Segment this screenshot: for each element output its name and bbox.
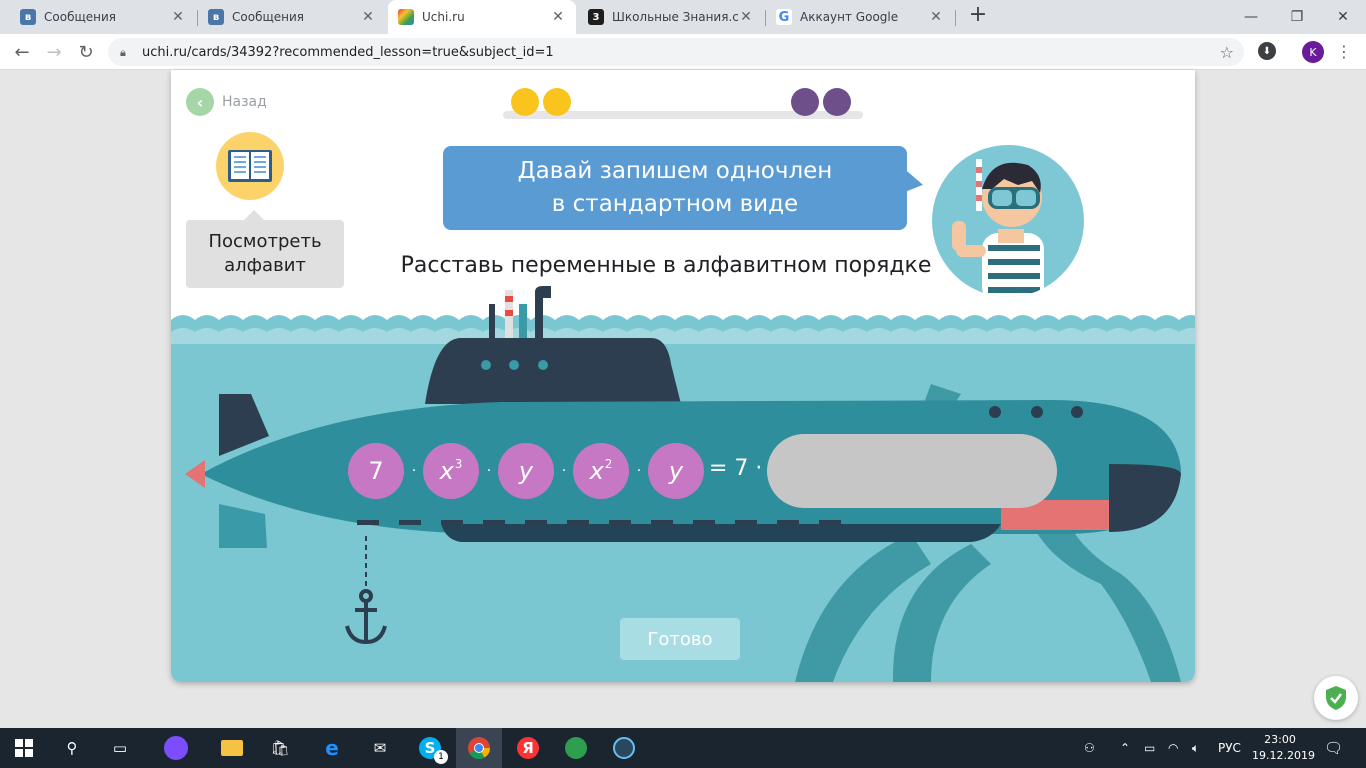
term-tile[interactable]: 7 [348, 443, 404, 499]
wifi-icon[interactable]: ◠ [1168, 728, 1178, 768]
volume-mute-icon[interactable]: 🔈︎ [1192, 728, 1199, 768]
windows-start-icon[interactable] [10, 734, 38, 762]
back-link[interactable]: ‹ Назад [186, 88, 267, 116]
edge-icon[interactable]: e [318, 734, 346, 762]
page-content: ‹ Назад Посмотреть алфавит Давай запишем [0, 70, 1366, 728]
menu-dots-icon[interactable]: ⋮ [1336, 40, 1352, 64]
multiply-dot: · [486, 463, 492, 479]
language-indicator[interactable]: РУС [1218, 728, 1241, 768]
close-icon[interactable]: ✕ [550, 9, 566, 25]
diver-character-icon [932, 145, 1084, 297]
url-text: uchi.ru/cards/34392?recommended_lesson=t… [142, 44, 554, 60]
progress-dot-done [543, 88, 571, 116]
tab-google-account[interactable]: G Аккаунт Google ✕ [766, 0, 954, 34]
lock-icon: 🔒︎ [120, 46, 126, 59]
bookmark-star-icon[interactable]: ☆ [1220, 43, 1234, 62]
term-tile[interactable]: y [498, 443, 554, 499]
term-tile[interactable]: x2 [573, 443, 629, 499]
equals-seven: = 7 · [709, 456, 763, 481]
new-tab-button[interactable]: + [966, 4, 990, 28]
back-label: Назад [222, 94, 267, 110]
term-base: x [439, 457, 454, 485]
mail-icon[interactable]: ✉ [366, 734, 394, 762]
instruction-text: Расставь переменные в алфавитном порядке [400, 253, 932, 278]
tab-znanija[interactable]: 3 Школьные Знания.com ✕ [578, 0, 764, 34]
uchi-icon [398, 9, 414, 25]
avatar-initial: K [1309, 45, 1317, 59]
done-button[interactable]: Готово [620, 618, 740, 660]
address-bar[interactable]: 🔒︎ uchi.ru/cards/34392?recommended_lesso… [108, 38, 1244, 66]
multiply-dot: · [561, 463, 567, 479]
reload-icon[interactable]: ↻ [74, 40, 98, 64]
taskbar-clock[interactable]: 23:00 19.12.2019 [1252, 732, 1315, 764]
close-icon[interactable]: ✕ [928, 9, 944, 25]
people-icon[interactable]: ⚇ [1084, 728, 1095, 768]
answer-drop-zone[interactable] [767, 434, 1057, 508]
back-arrow-icon[interactable]: ← [10, 40, 34, 64]
term-base: 7 [368, 457, 384, 485]
lesson-card: ‹ Назад Посмотреть алфавит Давай запишем [171, 70, 1195, 682]
skype-icon[interactable]: S 1 [416, 734, 448, 764]
tab-title: Сообщения [232, 10, 305, 24]
file-explorer-icon[interactable] [218, 734, 246, 762]
term-tile[interactable]: x3 [423, 443, 479, 499]
windows-taskbar: ⚲ ▭ 🛍︎ e ✉ S 1 Я ⚇ ⌃ ▭ ◠ 🔈︎ РУС 23:00 19… [0, 728, 1366, 768]
steam-icon[interactable] [610, 734, 638, 762]
shield-check-icon[interactable] [1314, 676, 1358, 720]
clock-date: 19.12.2019 [1252, 749, 1315, 762]
tab-strip: в Сообщения ✕ в Сообщения ✕ Uchi.ru ✕ 3 … [0, 0, 1366, 34]
tab-title: Школьные Знания.com [612, 10, 738, 24]
term-exponent: 3 [454, 457, 463, 471]
chevron-up-icon[interactable]: ⌃ [1120, 728, 1130, 768]
green-app-icon[interactable] [562, 734, 590, 762]
minimize-icon[interactable]: — [1228, 0, 1274, 34]
profile-avatar[interactable]: K [1302, 41, 1324, 63]
tab-messages-2[interactable]: в Сообщения ✕ [198, 0, 386, 34]
task-view-icon[interactable]: ▭ [106, 734, 134, 762]
battery-icon[interactable]: ▭ [1144, 728, 1155, 768]
vk-icon: в [208, 9, 224, 25]
close-icon[interactable]: ✕ [738, 9, 754, 25]
term-base: y [668, 457, 684, 485]
browser-toolbar: ← → ↻ 🔒︎ uchi.ru/cards/34392?recommended… [0, 34, 1366, 70]
close-icon[interactable]: ✕ [170, 9, 186, 25]
alice-assistant-icon[interactable] [162, 734, 190, 762]
term-exponent: 2 [604, 457, 613, 471]
forward-arrow-icon[interactable]: → [42, 40, 66, 64]
google-icon: G [776, 9, 792, 25]
chevron-left-icon: ‹ [186, 88, 214, 116]
term-base: x [589, 457, 604, 485]
progress-dot-done [511, 88, 539, 116]
znanija-icon: 3 [588, 9, 604, 25]
multiply-dot: · [411, 463, 417, 479]
progress-dot-pending [791, 88, 819, 116]
search-icon[interactable]: ⚲ [58, 734, 86, 762]
store-icon[interactable]: 🛍︎ [266, 734, 294, 762]
tab-separator [955, 10, 956, 26]
close-icon[interactable]: ✕ [360, 9, 376, 25]
skype-badge: 1 [434, 750, 448, 764]
term-tile[interactable]: y [648, 443, 704, 499]
tab-title: Uchi.ru [422, 10, 465, 24]
term-base: y [518, 457, 534, 485]
tab-title: Сообщения [44, 10, 117, 24]
restore-icon[interactable]: ❐ [1274, 0, 1320, 34]
view-alphabet-button[interactable]: Посмотреть алфавит [186, 210, 344, 288]
chrome-icon[interactable] [465, 734, 493, 762]
clock-time: 23:00 [1264, 733, 1296, 746]
tab-uchi[interactable]: Uchi.ru ✕ [388, 0, 576, 34]
progress-dot-pending [823, 88, 851, 116]
speech-bubble: Давай запишем одночлен в стандартном вид… [443, 146, 907, 230]
close-window-icon[interactable]: ✕ [1320, 0, 1366, 34]
download-extension-icon[interactable]: ⬇ [1258, 42, 1276, 60]
vk-icon: в [20, 9, 36, 25]
notifications-icon[interactable]: 🗨︎ [1324, 728, 1343, 768]
yandex-browser-icon[interactable]: Я [514, 734, 542, 762]
book-icon[interactable] [216, 132, 284, 200]
multiply-dot: · [636, 463, 642, 479]
tab-messages-1[interactable]: в Сообщения ✕ [10, 0, 196, 34]
tab-title: Аккаунт Google [800, 10, 899, 24]
